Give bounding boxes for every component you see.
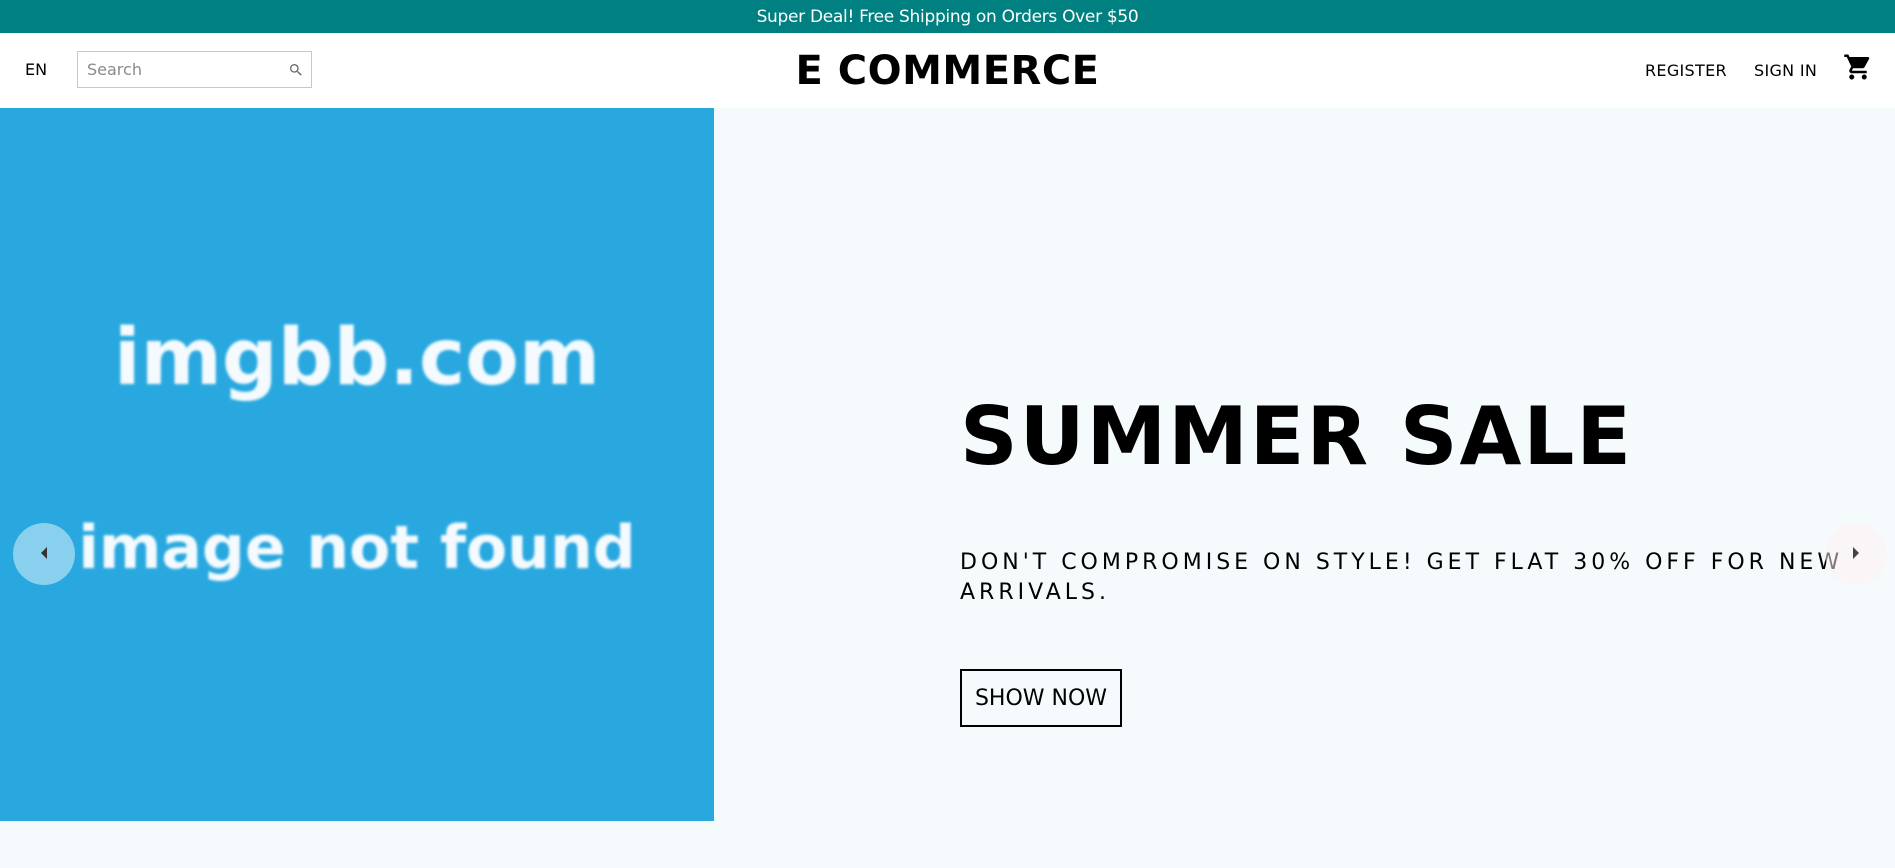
image-placeholder-text-1: imgbb.com bbox=[113, 313, 601, 403]
navbar: EN E COMMERCE REGISTER SIGN IN bbox=[0, 33, 1895, 108]
hero-slider: imgbb.com image not found SUMMER SALE DO… bbox=[0, 108, 1895, 821]
arrow-right-icon bbox=[1850, 545, 1862, 564]
arrow-left-icon bbox=[38, 545, 50, 564]
show-now-button[interactable]: SHOW NOW bbox=[960, 669, 1122, 727]
search-container bbox=[77, 51, 312, 88]
slide-title: SUMMER SALE bbox=[960, 390, 1634, 483]
image-placeholder-text-2: image not found bbox=[78, 513, 636, 583]
language-selector[interactable]: EN bbox=[25, 60, 47, 79]
slide-image: imgbb.com image not found bbox=[0, 108, 714, 821]
search-input[interactable] bbox=[78, 52, 281, 87]
next-slide-button[interactable] bbox=[1825, 523, 1887, 585]
announcement-text: Super Deal! Free Shipping on Orders Over… bbox=[756, 6, 1139, 27]
search-icon[interactable] bbox=[281, 62, 311, 78]
prev-slide-button[interactable] bbox=[13, 523, 75, 585]
announcement-bar: Super Deal! Free Shipping on Orders Over… bbox=[0, 0, 1895, 33]
logo[interactable]: E COMMERCE bbox=[795, 48, 1099, 94]
sign-in-link[interactable]: SIGN IN bbox=[1754, 61, 1817, 80]
slide-description: DON'T COMPROMISE ON STYLE! GET FLAT 30% … bbox=[960, 550, 1844, 605]
shopping-cart-icon[interactable] bbox=[1843, 52, 1873, 82]
register-link[interactable]: REGISTER bbox=[1645, 61, 1727, 80]
